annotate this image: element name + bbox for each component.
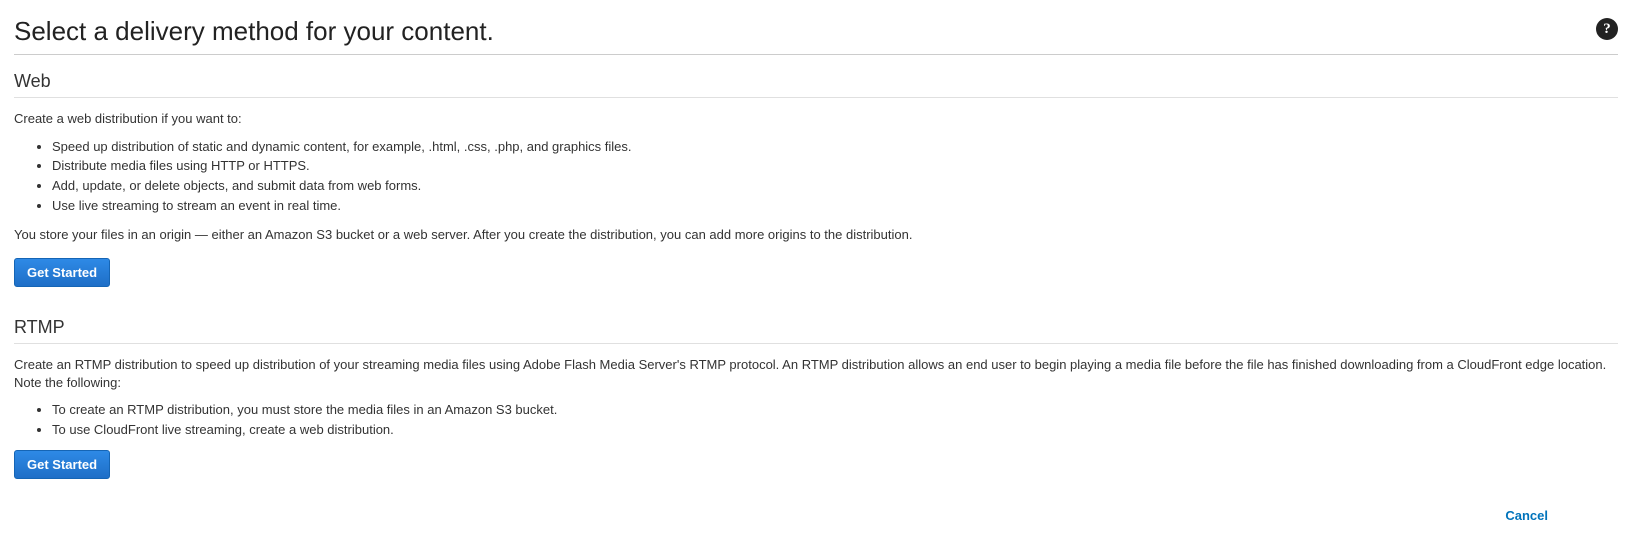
list-item: To use CloudFront live streaming, create… — [52, 421, 1618, 439]
rtmp-bullet-list: To create an RTMP distribution, you must… — [14, 401, 1618, 438]
get-started-rtmp-button[interactable]: Get Started — [14, 450, 110, 479]
list-item: Use live streaming to stream an event in… — [52, 197, 1618, 215]
footer: Cancel — [14, 507, 1618, 525]
page-title: Select a delivery method for your conten… — [14, 14, 494, 49]
section-heading-web: Web — [14, 69, 1618, 98]
section-heading-rtmp: RTMP — [14, 315, 1618, 344]
list-item: To create an RTMP distribution, you must… — [52, 401, 1618, 419]
help-icon[interactable]: ? — [1596, 18, 1618, 40]
page-header: Select a delivery method for your conten… — [14, 14, 1618, 55]
list-item: Speed up distribution of static and dyna… — [52, 138, 1618, 156]
rtmp-intro-text: Create an RTMP distribution to speed up … — [14, 356, 1618, 391]
web-intro-text: Create a web distribution if you want to… — [14, 110, 1618, 128]
section-rtmp: RTMP Create an RTMP distribution to spee… — [14, 315, 1618, 479]
get-started-web-button[interactable]: Get Started — [14, 258, 110, 287]
cancel-link[interactable]: Cancel — [1505, 507, 1548, 525]
section-web: Web Create a web distribution if you wan… — [14, 69, 1618, 287]
web-bullet-list: Speed up distribution of static and dyna… — [14, 138, 1618, 214]
list-item: Add, update, or delete objects, and subm… — [52, 177, 1618, 195]
web-note-text: You store your files in an origin — eith… — [14, 226, 1618, 244]
list-item: Distribute media files using HTTP or HTT… — [52, 157, 1618, 175]
